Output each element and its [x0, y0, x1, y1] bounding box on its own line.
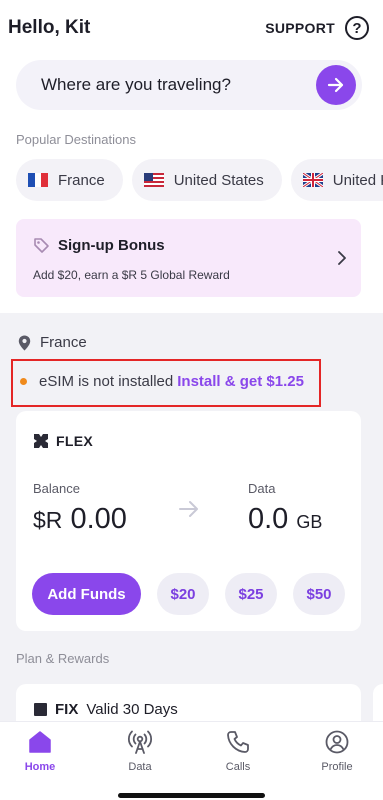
fix-square-icon: [34, 703, 47, 716]
flex-header: FLEX: [34, 433, 93, 449]
amount-25-button[interactable]: $25: [225, 573, 277, 615]
nav-item-data[interactable]: Data: [105, 730, 175, 773]
data-label: Data: [248, 481, 276, 496]
esim-status-text: eSIM is not installed: [39, 373, 174, 390]
nav-item-home[interactable]: Home: [5, 730, 75, 773]
phone-icon: [227, 731, 249, 753]
destination-chip-united-kingdom[interactable]: United K: [290, 159, 383, 201]
flex-title: FLEX: [56, 433, 93, 449]
arrow-right-icon: [179, 501, 198, 517]
support-link[interactable]: SUPPORT: [265, 20, 335, 36]
search-input[interactable]: [41, 75, 301, 95]
antenna-icon: [128, 730, 152, 754]
destination-search[interactable]: [16, 60, 362, 110]
profile-icon: [325, 730, 349, 754]
funding-buttons: Add Funds $20 $25 $50: [32, 573, 345, 615]
search-submit-button[interactable]: [316, 65, 356, 105]
arrow-right-icon: [327, 77, 344, 93]
data-amount: 0.0: [248, 503, 297, 535]
support-area[interactable]: SUPPORT ?: [265, 16, 369, 40]
amount-50-button[interactable]: $50: [293, 573, 345, 615]
data-value: 0.0 GB: [248, 503, 322, 536]
destination-chip-label: France: [58, 171, 105, 189]
bottom-nav: Home Data Calls Profile: [0, 721, 383, 800]
destination-chip-france[interactable]: France: [16, 159, 123, 201]
destination-chip-label: United K: [332, 171, 383, 189]
help-icon[interactable]: ?: [345, 16, 369, 40]
home-indicator: [118, 793, 265, 798]
balance-amount: 0.00: [62, 503, 127, 535]
install-esim-link[interactable]: Install & get $1.25: [177, 373, 304, 390]
plan-validity: Valid 30 Days: [86, 701, 178, 718]
france-flag-icon: [28, 173, 48, 187]
destination-chip-label: United States: [173, 171, 264, 189]
balance-label: Balance: [33, 481, 80, 496]
greeting-text: Hello, Kit: [8, 17, 91, 38]
bonus-title: Sign-up Bonus: [58, 237, 165, 254]
destination-chips: France United States United K: [16, 159, 383, 201]
nav-item-calls[interactable]: Calls: [203, 730, 273, 773]
add-funds-button[interactable]: Add Funds: [32, 573, 141, 615]
nav-label: Calls: [225, 761, 251, 773]
flex-plan-card: FLEX Balance $R 0.00 Data 0.0 GB Add Fun…: [16, 411, 361, 631]
popular-destinations-label: Popular Destinations: [16, 132, 136, 147]
uk-flag-icon: [302, 173, 323, 187]
nav-label: Profile: [321, 761, 353, 773]
plan-header: FIX Valid 30 Days: [34, 701, 178, 718]
destination-chip-united-states[interactable]: United States: [131, 159, 282, 201]
bonus-subtitle: Add $20, earn a $R 5 Global Reward: [33, 268, 230, 282]
nav-label: Home: [24, 761, 56, 773]
flex-logo-icon: [34, 434, 48, 448]
location-pin-icon: [18, 335, 31, 350]
balance-currency: $R: [33, 507, 63, 533]
tag-icon: [34, 238, 49, 253]
amount-20-button[interactable]: $20: [157, 573, 209, 615]
esim-status-row: eSIM is not installed Install & get $1.2…: [20, 373, 304, 390]
signup-bonus-card[interactable]: Sign-up Bonus Add $20, earn a $R 5 Globa…: [16, 219, 361, 297]
us-flag-icon: [143, 173, 164, 187]
nav-label: Data: [128, 761, 152, 773]
status-dot: [20, 378, 27, 385]
data-unit: GB: [296, 512, 323, 532]
home-icon: [29, 731, 51, 753]
plan-rewards-label: Plan & Rewards: [16, 651, 110, 666]
header: Hello, Kit SUPPORT ?: [0, 0, 383, 56]
chevron-right-icon: [338, 251, 346, 265]
plan-badge: FIX: [55, 701, 79, 718]
location-row: France: [18, 334, 87, 351]
location-country: France: [40, 334, 87, 351]
nav-item-profile[interactable]: Profile: [302, 730, 372, 773]
balance-value: $R 0.00: [33, 503, 127, 536]
